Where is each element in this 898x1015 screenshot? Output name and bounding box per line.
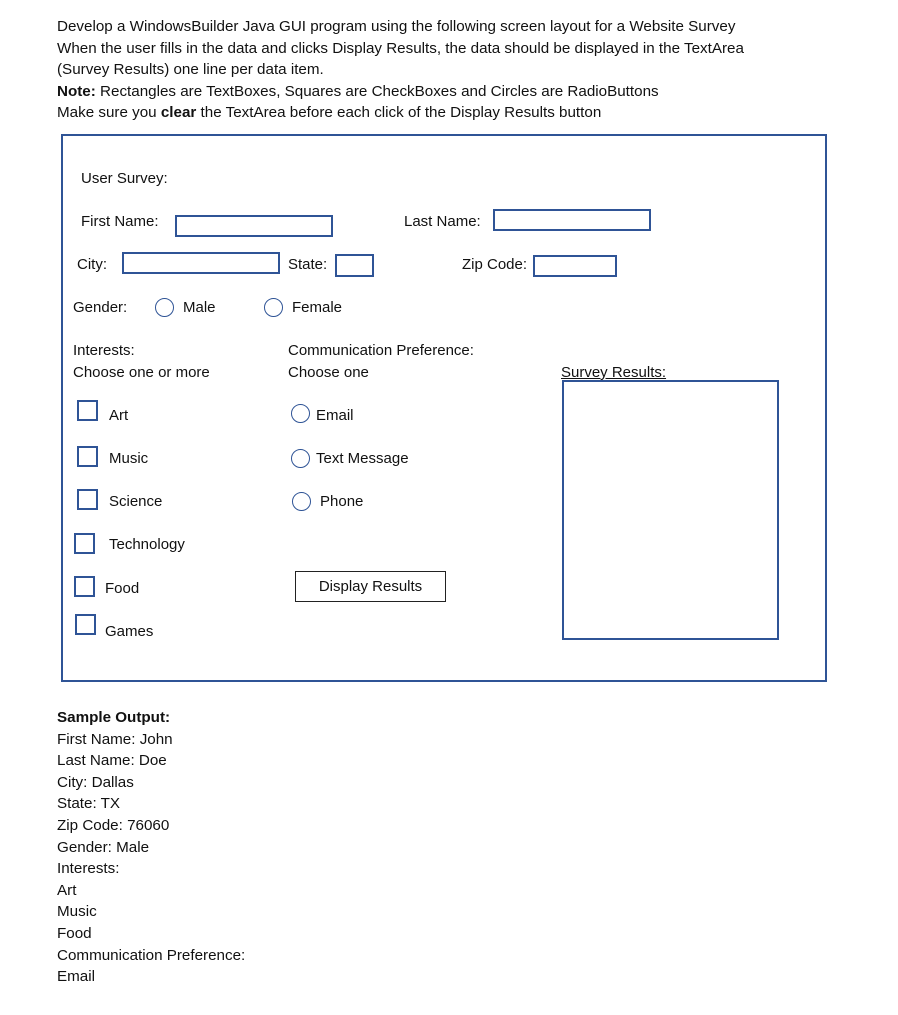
interest-music-checkbox[interactable] [77,446,98,467]
last-name-label: Last Name: [404,213,481,230]
instructions: Develop a WindowsBuilder Java GUI progra… [57,16,744,124]
sample-output-line: Music [57,903,97,921]
form-title: User Survey: [81,170,168,187]
last-name-field[interactable] [493,209,651,231]
display-results-button[interactable]: Display Results [295,571,446,602]
sample-output-line: Email [57,968,95,986]
interest-science-checkbox[interactable] [77,489,98,510]
survey-results-textarea[interactable] [562,380,779,640]
zip-code-field[interactable] [533,255,617,277]
instruction-line-3: (Survey Results) one line per data item. [57,61,324,79]
note-label: Note: [57,82,96,100]
interest-technology-label: Technology [109,536,185,553]
comm-phone-label: Phone [320,493,364,510]
comm-text-message-label: Text Message [316,450,409,467]
interest-games-checkbox[interactable] [75,614,96,635]
sample-output-line: First Name: John [57,730,173,748]
interest-art-label: Art [109,407,129,424]
interest-music-label: Music [109,450,149,467]
gender-female-label: Female [292,299,343,316]
interest-food-checkbox[interactable] [74,576,95,597]
interest-technology-checkbox[interactable] [74,533,95,554]
clear-pre-text: Make sure you [57,104,161,122]
gender-female-radio[interactable] [264,298,283,317]
first-name-field[interactable] [175,215,333,237]
interest-food-label: Food [105,580,140,597]
interest-art-checkbox[interactable] [77,400,98,421]
sample-output-line: State: TX [57,795,121,813]
interest-games-label: Games [105,623,154,640]
comm-email-label: Email [316,407,354,424]
interests-label: Interests: [73,342,135,359]
comm-email-radio[interactable] [291,404,310,423]
survey-results-label: Survey Results: [561,364,667,381]
instruction-clear: Make sure you clear the TextArea before … [57,102,744,124]
sample-output-line: Food [57,924,92,942]
sample-output-line: Interests: [57,860,120,878]
sample-output-line: Art [57,881,77,899]
city-label: City: [77,256,107,273]
comm-pref-hint: Choose one [288,364,369,381]
sample-output-line: Gender: Male [57,838,150,856]
instruction-line-1: Develop a WindowsBuilder Java GUI progra… [57,18,736,35]
first-name-label: First Name: [81,213,159,230]
instruction-note: Note: Rectangles are TextBoxes, Squares … [57,81,744,103]
clear-bold-text: clear [160,104,197,122]
sample-output-line: Zip Code: 76060 [57,816,170,834]
interest-science-label: Science [109,493,163,510]
state-field[interactable] [335,254,374,277]
sample-output-line: City: Dallas [57,773,134,791]
sample-output-line: Last Name: Doe [57,752,167,770]
state-label: State: [288,256,328,273]
sample-output-heading: Sample Output: [57,709,171,726]
note-text: Rectangles are TextBoxes, Squares are Ch… [95,82,659,100]
zip-code-label: Zip Code: [462,256,528,273]
sample-output-line: Communication Preference: [57,946,246,964]
comm-phone-radio[interactable] [292,492,311,511]
gender-label: Gender: [73,299,128,316]
instruction-line-2: When the user fills in the data and clic… [57,39,744,57]
clear-post-text: the TextArea before each click of the Di… [196,104,602,122]
comm-text-message-radio[interactable] [291,449,310,468]
comm-pref-label: Communication Preference: [288,342,474,359]
city-field[interactable] [122,252,280,274]
interests-hint: Choose one or more [73,364,210,381]
gender-male-radio[interactable] [155,298,174,317]
gender-male-label: Male [183,299,216,316]
sample-output: Sample Output: First Name: John Last Nam… [57,707,245,988]
